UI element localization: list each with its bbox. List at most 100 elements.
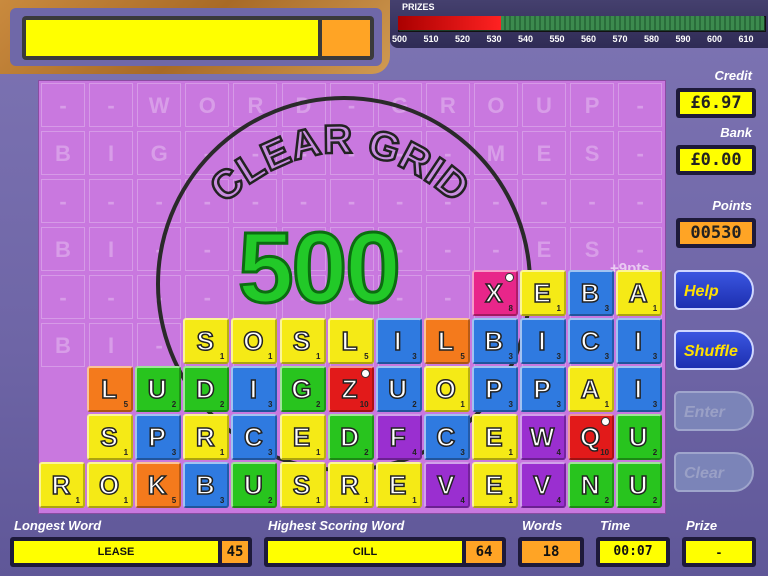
letter-tile[interactable]: S1 [183,318,230,364]
letter-tile[interactable]: L5 [87,366,134,412]
letter-tile[interactable]: I3 [616,366,663,412]
clear-button[interactable]: Clear [674,452,754,492]
letter-tile[interactable]: E1 [279,414,326,460]
tile-score: 3 [171,448,177,457]
letter-tile[interactable]: Z 10 [327,366,374,412]
letter-tile[interactable]: E1 [471,462,518,508]
credit-box: £6.97 [676,88,756,118]
letter-tile[interactable]: E1 [520,270,566,316]
tile-score: 4 [556,496,561,505]
letter-tile[interactable]: A1 [568,366,615,412]
letter-tile[interactable]: U2 [135,366,182,412]
tile-score: 5 [123,400,129,409]
prize-tick: 580 [644,34,660,44]
letter-tile[interactable]: L5 [423,318,470,364]
letter-tile[interactable]: G2 [279,366,326,412]
letter-tile[interactable]: C3 [568,318,615,364]
letter-tile[interactable]: D2 [183,366,230,412]
tile-score: 2 [412,400,417,409]
tile-score: 2 [364,448,369,457]
tile-score: 3 [604,304,610,313]
tile-score: 3 [219,496,225,505]
grid-background-letter: - [41,179,85,223]
credit-value: £6.97 [680,92,752,114]
letter-tile[interactable]: Q 10 [568,414,615,460]
points-value: 00530 [680,222,752,244]
letter-tile[interactable]: X8 [471,270,518,316]
letter-tile[interactable]: R1 [39,462,85,508]
tile-score: 1 [123,496,129,505]
letter-tile[interactable]: B3 [471,318,518,364]
grid-background-letter: B [41,227,85,271]
grid-background-letter: I [89,227,134,271]
letter-tile[interactable]: O1 [231,318,278,364]
prize-tick: 570 [612,34,628,44]
grid-background-letter: B [41,323,85,367]
letter-tile[interactable]: K5 [135,462,182,508]
highest-word-value: CILL [268,541,462,563]
letter-tile[interactable]: P3 [520,366,566,412]
tile-score: 2 [316,400,321,409]
time-box: 00:07 [596,537,670,567]
letter-tile[interactable]: I3 [375,318,422,364]
prize-label: Prize [686,518,718,533]
letter-tile[interactable]: U2 [616,462,663,508]
credit-label: Credit [714,68,752,83]
letter-tile[interactable]: A1 [616,270,663,316]
grid-background-letter: - [570,179,615,223]
points-box: 00530 [676,218,756,248]
letter-tile[interactable]: B3 [183,462,230,508]
tile-score: 1 [412,496,417,505]
tile-score: 3 [652,400,658,409]
letter-tile[interactable]: I3 [231,366,278,412]
letter-tile[interactable]: I3 [520,318,566,364]
prize-meter-fill [398,16,501,30]
points-label: Points [712,198,752,213]
bank-box: £0.00 [676,145,756,175]
letter-tile[interactable]: E1 [471,414,518,460]
longest-word-label: Longest Word [14,518,102,533]
letter-tile[interactable]: S1 [279,462,326,508]
tile-score: 2 [171,400,177,409]
letter-tile[interactable]: O1 [423,366,470,412]
letter-tile[interactable]: C3 [231,414,278,460]
letter-tile[interactable]: E1 [375,462,422,508]
letter-tile[interactable]: N2 [568,462,615,508]
bank-label: Bank [720,125,752,140]
grid-background-letter: W [137,83,182,127]
letter-tile[interactable]: U2 [616,414,663,460]
letter-tile[interactable]: R1 [183,414,230,460]
grid-background-letter: - [89,275,134,319]
clear-grid-text: CLEAR GRID [205,117,475,213]
letter-tile[interactable]: L5 [327,318,374,364]
longest-word-value: LEASE [14,541,218,563]
letter-tile[interactable]: V4 [423,462,470,508]
grid-background-letter: - [522,179,566,223]
letter-tile[interactable]: V4 [520,462,566,508]
shuffle-button[interactable]: Shuffle [674,330,754,370]
enter-button[interactable]: Enter [674,391,754,431]
letter-tile[interactable]: I3 [616,318,663,364]
letter-tile[interactable]: D2 [327,414,374,460]
letter-tile[interactable]: O1 [87,462,134,508]
letter-tile[interactable]: W4 [520,414,566,460]
letter-tile[interactable]: F4 [375,414,422,460]
letter-tile[interactable]: P3 [135,414,182,460]
help-button[interactable]: Help [674,270,754,310]
letter-tile[interactable]: C3 [423,414,470,460]
words-label: Words [522,518,563,533]
letter-tile[interactable]: R1 [327,462,374,508]
longest-word-box: LEASE 45 [10,537,252,567]
letter-tile[interactable]: S1 [279,318,326,364]
letter-tile[interactable]: U2 [375,366,422,412]
prize-tick: 610 [738,34,754,44]
tile-score: 1 [508,448,513,457]
tile-score: 1 [219,448,225,457]
tile-score: 1 [123,448,129,457]
tile-score: 4 [556,448,561,457]
letter-tile[interactable]: S1 [87,414,134,460]
letter-tile[interactable]: U2 [231,462,278,508]
letter-tile[interactable]: P3 [471,366,518,412]
prize-tick: 510 [423,34,439,44]
letter-tile[interactable]: B3 [568,270,615,316]
